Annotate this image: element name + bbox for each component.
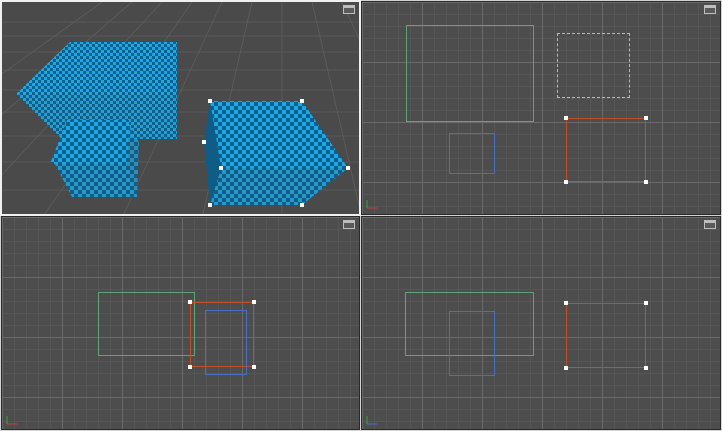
perspective-scene bbox=[2, 2, 359, 214]
blue-outline-object[interactable] bbox=[449, 311, 495, 376]
selection-handle[interactable] bbox=[644, 366, 648, 370]
maximize-viewport-icon[interactable] bbox=[343, 220, 355, 229]
selection-handle[interactable] bbox=[644, 301, 648, 305]
selection-handle[interactable] bbox=[188, 300, 192, 304]
selected-outline-object[interactable] bbox=[566, 118, 646, 182]
viewport-perspective[interactable] bbox=[0, 0, 361, 216]
maximize-viewport-icon[interactable] bbox=[704, 5, 716, 14]
viewport-front[interactable] bbox=[1, 216, 360, 430]
viewport-left[interactable] bbox=[361, 216, 721, 430]
selection-handle[interactable] bbox=[564, 366, 568, 370]
axis-gizmo-icon bbox=[366, 416, 377, 425]
blue-outline-object[interactable] bbox=[449, 133, 495, 174]
maximize-viewport-icon[interactable] bbox=[343, 5, 355, 14]
green-outline-object[interactable] bbox=[98, 292, 195, 356]
yellow-dotted-outline-object[interactable] bbox=[557, 33, 630, 98]
green-outline-object[interactable] bbox=[406, 25, 534, 122]
blue-outline-object[interactable] bbox=[205, 310, 247, 375]
selected-outline-object[interactable] bbox=[566, 303, 646, 368]
selection-handle[interactable] bbox=[188, 365, 192, 369]
selection-handle[interactable] bbox=[252, 365, 256, 369]
selection-handle[interactable] bbox=[564, 180, 568, 184]
maximize-viewport-icon[interactable] bbox=[704, 220, 716, 229]
axis-gizmo-icon bbox=[6, 416, 17, 425]
axis-gizmo-icon bbox=[366, 200, 377, 209]
selection-handle[interactable] bbox=[564, 301, 568, 305]
selection-handle[interactable] bbox=[644, 180, 648, 184]
viewport-top[interactable] bbox=[361, 1, 721, 215]
selection-handle[interactable] bbox=[564, 116, 568, 120]
selection-handle[interactable] bbox=[644, 116, 648, 120]
quad-viewport-layout bbox=[0, 0, 722, 431]
selection-handle[interactable] bbox=[252, 300, 256, 304]
